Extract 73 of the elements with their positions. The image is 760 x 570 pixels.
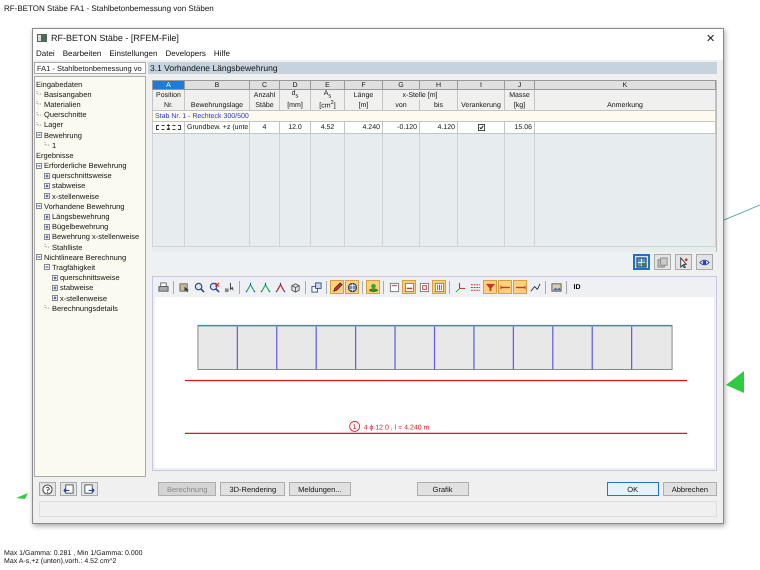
funnel-icon [484, 282, 496, 292]
axis-view-icon [244, 282, 256, 292]
tool-button[interactable] [633, 254, 650, 270]
cursor-icon [178, 282, 190, 292]
frame-icon [404, 282, 414, 292]
frame-icon [388, 282, 400, 292]
axis-view-icon [274, 282, 286, 292]
magnifier-icon [194, 282, 204, 292]
collapse-icon[interactable] [36, 132, 42, 138]
expand-icon[interactable] [44, 193, 50, 200]
window-title: RF-BETON Stäbe - [RFEM-File] [51, 33, 180, 43]
pencil-icon [332, 282, 342, 292]
arrow-right-icon [84, 484, 95, 494]
close-button[interactable]: ✕ [702, 32, 719, 44]
expand-icon[interactable] [52, 295, 58, 302]
collapse-icon[interactable] [36, 203, 42, 210]
app-icon [37, 34, 47, 42]
toolbar-button[interactable] [192, 280, 206, 294]
collapse-icon[interactable] [36, 254, 42, 260]
toolbar-button[interactable] [345, 280, 359, 294]
toolbar-button[interactable] [273, 280, 287, 294]
toolbar-button[interactable] [207, 280, 221, 294]
icon-button[interactable] [39, 482, 56, 496]
toolbar-button[interactable] [330, 280, 344, 294]
tree-connector [44, 142, 50, 148]
frame-icon [418, 282, 430, 292]
expand-icon[interactable] [44, 224, 50, 230]
icon-button[interactable] [60, 482, 77, 496]
globe-icon [346, 282, 358, 292]
checkbox[interactable] [478, 124, 484, 131]
curve-icon [530, 282, 540, 292]
windows-icon [310, 282, 322, 292]
image-icon [550, 282, 562, 292]
toolbar-button[interactable] [309, 280, 323, 294]
cursor-icon [224, 282, 234, 292]
arrow-left-icon [63, 484, 74, 494]
tool-button[interactable] [696, 254, 713, 270]
panel-title: 3.1 Vorhandene Längsbewehrung [148, 62, 717, 74]
background-line [724, 204, 760, 220]
toolbar-button[interactable] [222, 280, 236, 294]
menu-item[interactable]: Bearbeiten [62, 49, 102, 58]
table-graphic-icon [636, 256, 647, 268]
icon-button[interactable] [81, 482, 98, 496]
help-icon [42, 484, 53, 494]
magnifier-icon [208, 282, 220, 292]
expand-icon[interactable] [44, 172, 50, 179]
tree-connector [44, 305, 50, 312]
menu-item[interactable]: Hilfe [214, 49, 230, 58]
axes-icon [454, 282, 466, 292]
menu-item[interactable]: Datei [36, 49, 55, 58]
toolbar-button[interactable] [156, 280, 170, 294]
shape-icon [368, 282, 378, 292]
expand-icon[interactable] [44, 182, 50, 189]
tree-connector [44, 244, 50, 250]
axis-view-icon [260, 282, 270, 292]
expand-icon[interactable] [44, 234, 50, 240]
cube-icon [290, 282, 300, 292]
expand-icon[interactable] [52, 284, 58, 291]
tool-button[interactable] [675, 254, 692, 270]
pointer-icon [678, 256, 689, 268]
menu-item[interactable]: Einstellungen [109, 49, 158, 58]
frame-icon [434, 282, 444, 292]
copy-icon [657, 256, 668, 268]
printer-icon [158, 282, 168, 292]
expand-icon[interactable] [44, 214, 50, 220]
expand-icon[interactable] [52, 274, 58, 281]
collapse-icon[interactable] [44, 264, 50, 270]
background-shape [726, 371, 744, 393]
hatch-icon [470, 282, 480, 292]
collapse-icon[interactable] [36, 162, 42, 169]
app-title: RF-BETON Stäbe FA1 - Stahlbetonbemessung von Stäben [4, 4, 214, 13]
menu-item[interactable]: Developers [165, 49, 206, 58]
background-shape [16, 493, 28, 499]
